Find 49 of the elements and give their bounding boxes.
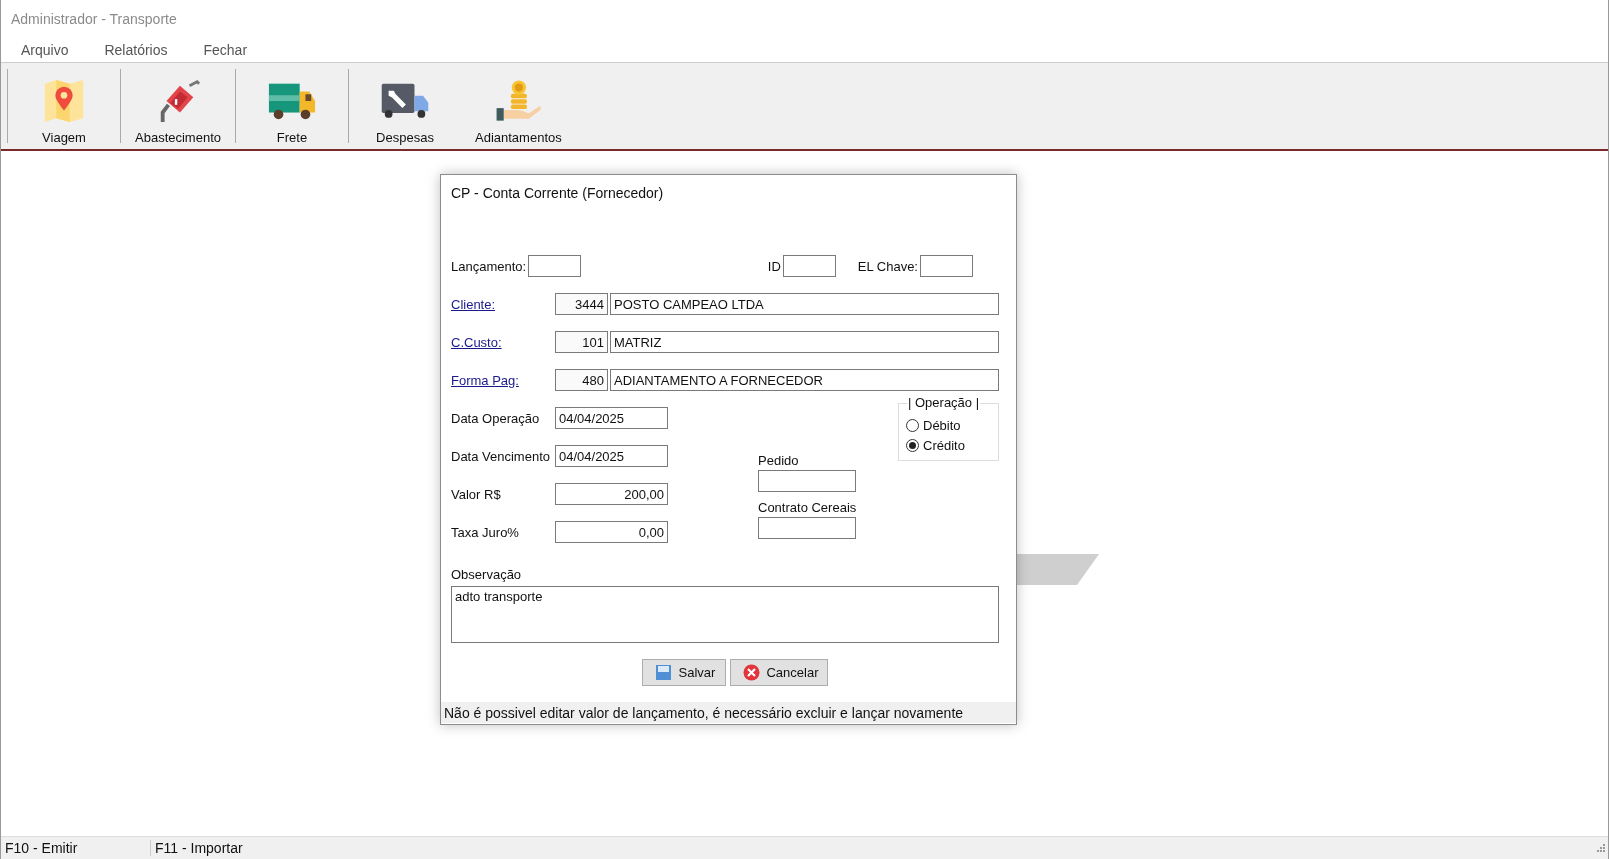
field-label: Lançamento: xyxy=(451,258,527,274)
resize-grip-icon xyxy=(1596,843,1606,853)
field-label: Observação xyxy=(451,567,523,582)
status-message: Não é possivel editar valor de lançamento, é necessário excluir e lançar novamente xyxy=(444,704,964,721)
status-item: F10 - Emitir xyxy=(1,840,151,856)
code-field[interactable]: 101 xyxy=(555,331,608,353)
radio-option[interactable]: Débito xyxy=(906,415,961,435)
field-label: Data Operação xyxy=(451,410,541,426)
amount-field[interactable]: 0,00 xyxy=(555,521,668,543)
field-label: Contrato Cereais xyxy=(758,500,858,515)
lookup-link[interactable]: Forma Pag: xyxy=(451,372,555,388)
notes-field[interactable]: adto transporte xyxy=(451,586,999,643)
lookup-link[interactable]: C.Custo: xyxy=(451,334,555,350)
input-field[interactable] xyxy=(782,255,836,277)
code-field[interactable]: 480 xyxy=(555,369,608,391)
name-field[interactable]: MATRIZ xyxy=(610,331,999,353)
name-field[interactable]: ADIANTAMENTO A FORNECEDOR xyxy=(610,369,999,391)
name-field[interactable]: POSTO CAMPEAO LTDA xyxy=(610,293,999,315)
toolbar-button[interactable]: Despesas xyxy=(349,63,461,149)
toolbar-button[interactable]: Viagem xyxy=(8,63,120,149)
input-field[interactable] xyxy=(528,255,582,277)
window-title: Administrador - Transporte xyxy=(11,11,177,27)
dialog-title: CP - Conta Corrente (Fornecedor) xyxy=(451,185,665,203)
date-field[interactable]: 04/04/2025 xyxy=(555,407,668,429)
toolbar-button[interactable]: Abastecimento xyxy=(121,63,235,149)
code-field[interactable]: 3444 xyxy=(555,293,608,315)
date-field[interactable]: 04/04/2025 xyxy=(555,445,668,467)
cancel-button[interactable]: Cancelar xyxy=(730,659,828,686)
close-icon xyxy=(743,664,761,681)
input-field[interactable] xyxy=(920,255,973,277)
field-label: Valor R$ xyxy=(451,486,502,502)
group-title: | Operação | xyxy=(907,395,981,410)
save-button[interactable]: Salvar xyxy=(642,659,727,686)
menu-item[interactable]: Relatórios xyxy=(94,42,178,58)
field-label: ID xyxy=(767,258,781,274)
input-field[interactable] xyxy=(758,470,856,492)
status-item: F11 - Importar xyxy=(154,840,244,856)
amount-field[interactable]: 200,00 xyxy=(555,483,668,505)
lookup-link[interactable]: Cliente: xyxy=(451,296,555,312)
field-label: Taxa Juro% xyxy=(451,524,520,540)
toolbar-button[interactable]: Frete xyxy=(236,63,348,149)
field-label: Data Vencimento xyxy=(451,448,551,464)
toolbar-button[interactable]: Adiantamentos xyxy=(461,63,576,149)
radio-option[interactable]: Crédito xyxy=(906,435,965,455)
field-label: EL Chave: xyxy=(857,258,918,274)
input-field[interactable] xyxy=(758,517,856,539)
menu-item[interactable]: Arquivo xyxy=(11,42,79,58)
menu-item[interactable]: Fechar xyxy=(193,42,258,58)
field-label: Pedido xyxy=(758,453,800,468)
